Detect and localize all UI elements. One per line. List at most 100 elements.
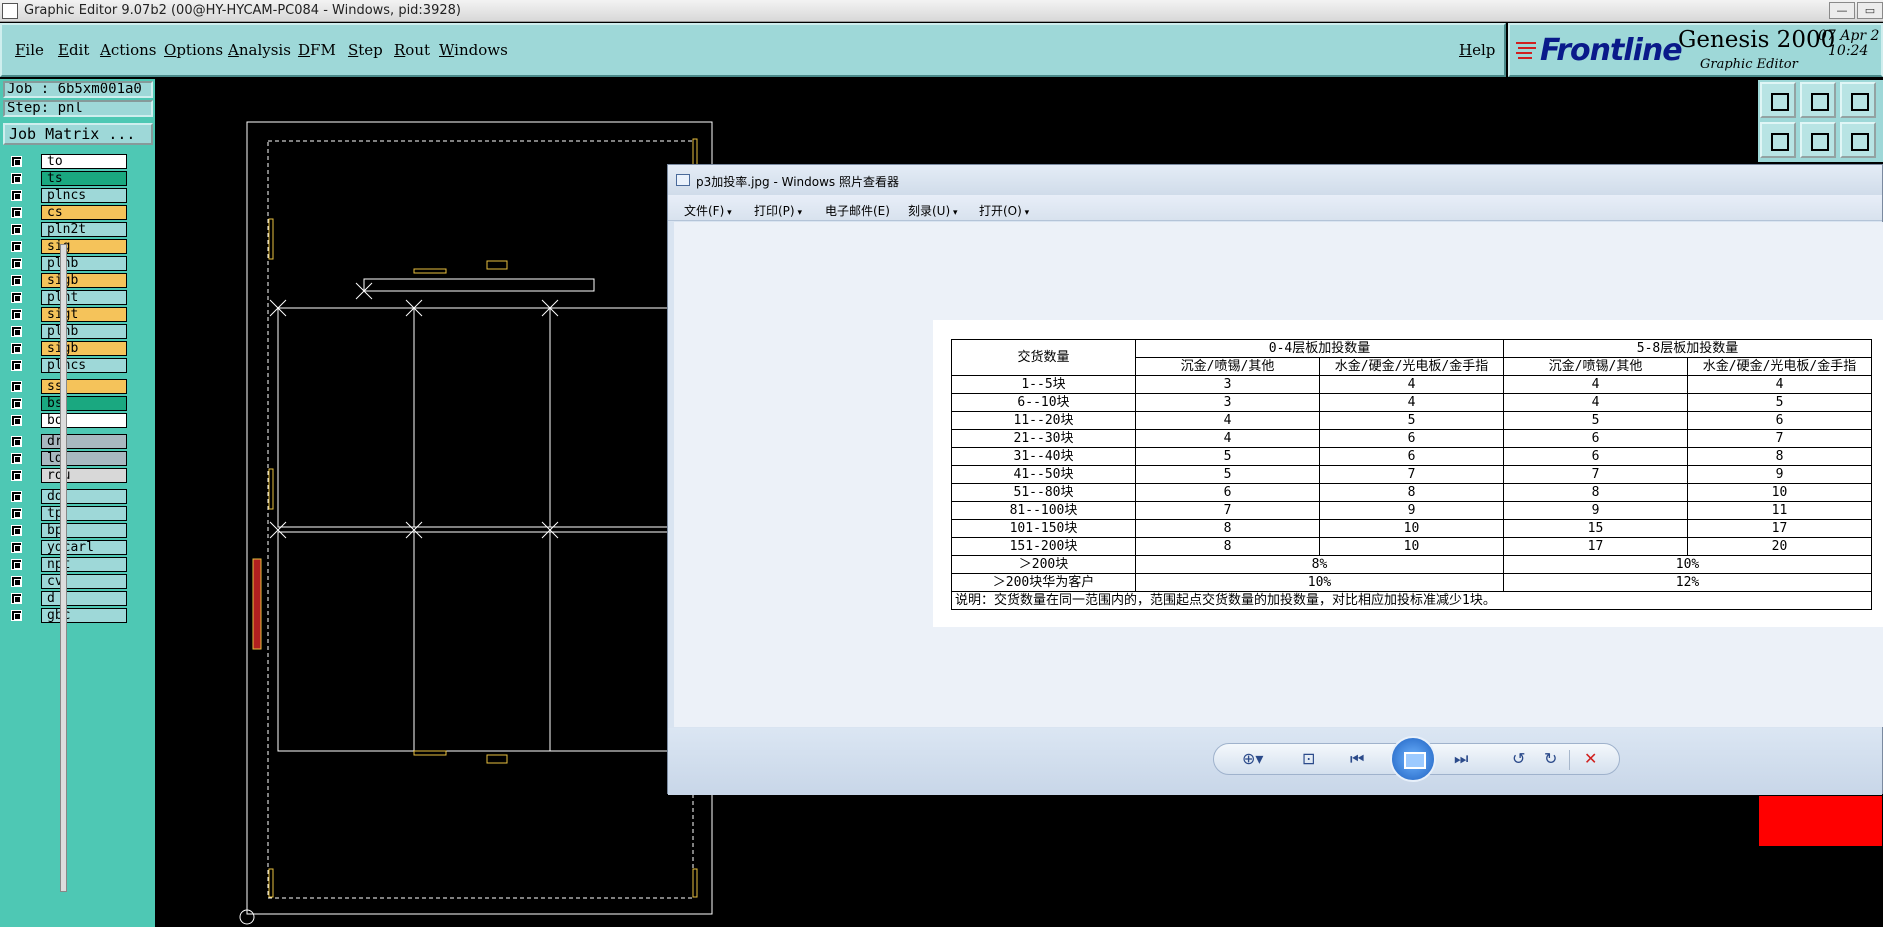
layer-name[interactable]: plncs: [41, 358, 127, 373]
layer-checkbox[interactable]: [11, 453, 22, 464]
view-up-icon[interactable]: [1760, 82, 1796, 118]
layer-name[interactable]: bo: [41, 413, 127, 428]
viewer-menu-open[interactable]: 打开(O): [979, 202, 1029, 219]
layer-name[interactable]: sigb: [41, 273, 127, 288]
layer-checkbox[interactable]: [11, 559, 22, 570]
layer-checkbox[interactable]: [11, 360, 22, 371]
layer-row[interactable]: ts: [5, 171, 127, 186]
layer-checkbox[interactable]: [11, 292, 22, 303]
menu-rout[interactable]: Rout: [394, 41, 430, 59]
fit-window-icon[interactable]: ⊡: [1302, 750, 1315, 768]
layer-name[interactable]: npt: [41, 557, 127, 572]
rotate-right-icon[interactable]: ↻: [1544, 750, 1557, 768]
layer-scrollbar[interactable]: [60, 244, 67, 892]
menu-dfm[interactable]: DFM: [298, 41, 336, 59]
minimize-button[interactable]: —: [1829, 2, 1855, 19]
rotate-left-icon[interactable]: ↺: [1512, 750, 1525, 768]
home-icon[interactable]: [1840, 82, 1876, 118]
layer-checkbox[interactable]: [11, 343, 22, 354]
zoom-icon[interactable]: ⊕▾: [1242, 750, 1263, 768]
job-label: Job : 6b5xm001a0: [3, 81, 153, 98]
layer-checkbox[interactable]: [11, 436, 22, 447]
layer-checkbox[interactable]: [11, 275, 22, 286]
layer-name[interactable]: bp: [41, 523, 127, 538]
layer-name[interactable]: ts: [41, 171, 127, 186]
view-down-icon[interactable]: [1800, 82, 1836, 118]
layer-name[interactable]: plnb: [41, 256, 127, 271]
layer-checkbox[interactable]: [11, 398, 22, 409]
next-icon[interactable]: ⏭: [1454, 750, 1468, 768]
layer-checkbox[interactable]: [11, 258, 22, 269]
layer-row[interactable]: to: [5, 154, 127, 169]
delete-icon[interactable]: ✕: [1584, 750, 1597, 768]
table-cell: 10: [1319, 537, 1504, 556]
menu-file[interactable]: File: [15, 41, 44, 59]
layer-name[interactable]: rou: [41, 468, 127, 483]
layer-name[interactable]: tp: [41, 506, 127, 521]
layer-name[interactable]: sigt: [41, 307, 127, 322]
layer-name[interactable]: d: [41, 591, 127, 606]
layer-checkbox[interactable]: [11, 381, 22, 392]
layer-name[interactable]: to: [41, 154, 127, 169]
menu-edit[interactable]: Edit: [58, 41, 89, 59]
table-row: 151-200块 8 10 17 20: [951, 537, 1872, 556]
layer-checkbox[interactable]: [11, 207, 22, 218]
layer-checkbox[interactable]: [11, 508, 22, 519]
layer-name[interactable]: pln2t: [41, 222, 127, 237]
layer-name[interactable]: ld: [41, 451, 127, 466]
viewer-menu-email[interactable]: 电子邮件(E): [825, 202, 890, 219]
layer-checkbox[interactable]: [11, 491, 22, 502]
layer-row[interactable]: cs: [5, 205, 127, 220]
layer-name[interactable]: dr: [41, 434, 127, 449]
table-cell: 8: [1135, 537, 1320, 556]
menu-windows[interactable]: Windows: [439, 41, 508, 59]
menu-help[interactable]: Help: [1459, 41, 1495, 59]
layer-checkbox[interactable]: [11, 576, 22, 587]
layer-checkbox[interactable]: [11, 593, 22, 604]
layer-name[interactable]: plncs: [41, 188, 127, 203]
layer-row[interactable]: plncs: [5, 188, 127, 203]
layer-checkbox[interactable]: [11, 610, 22, 621]
menu-options[interactable]: Options: [164, 41, 223, 59]
layer-checkbox[interactable]: [11, 309, 22, 320]
layer-name[interactable]: sig: [41, 239, 127, 254]
overrun-table: 交货数量 0-4层板加投数量 5-8层板加投数量 沉金/喷锡/其他 水金/硬金/…: [951, 339, 1872, 610]
layer-checkbox[interactable]: [11, 173, 22, 184]
layer-checkbox[interactable]: [11, 224, 22, 235]
table-cell: 9: [1687, 465, 1872, 484]
layer-checkbox[interactable]: [11, 326, 22, 337]
menu-step[interactable]: Step: [348, 41, 383, 59]
layer-name[interactable]: sigb: [41, 341, 127, 356]
layer-name[interactable]: gbc: [41, 608, 127, 623]
layer-checkbox[interactable]: [11, 542, 22, 553]
layer-checkbox[interactable]: [11, 156, 22, 167]
layer-name[interactable]: dd: [41, 489, 127, 504]
layer-name[interactable]: bs: [41, 396, 127, 411]
view-left-icon[interactable]: [1760, 122, 1796, 158]
slideshow-button[interactable]: [1390, 736, 1436, 782]
viewer-menu-print[interactable]: 打印(P): [754, 202, 802, 219]
layer-name[interactable]: plnt: [41, 290, 127, 305]
layer-checkbox[interactable]: [11, 190, 22, 201]
viewer-menu-burn[interactable]: 刻录(U): [908, 202, 958, 219]
layer-row[interactable]: pln2t: [5, 222, 127, 237]
table-cell: 11: [1687, 501, 1872, 520]
view-right-icon[interactable]: [1800, 122, 1836, 158]
layer-checkbox[interactable]: [11, 525, 22, 536]
menu-actions[interactable]: Actions: [100, 41, 156, 59]
layer-checkbox[interactable]: [11, 241, 22, 252]
viewer-menu-file[interactable]: 文件(F): [684, 202, 732, 219]
layer-checkbox[interactable]: [11, 415, 22, 426]
layer-name[interactable]: plnb: [41, 324, 127, 339]
viewer-menubar: 文件(F) 打印(P) 电子邮件(E) 刻录(U) 打开(O): [668, 195, 1882, 221]
layer-name[interactable]: cs: [41, 205, 127, 220]
job-matrix-button[interactable]: Job Matrix ...: [3, 123, 153, 145]
layer-name[interactable]: cv: [41, 574, 127, 589]
menu-analysis[interactable]: Analysis: [228, 41, 291, 59]
layer-name[interactable]: ss: [41, 379, 127, 394]
layer-checkbox[interactable]: [11, 470, 22, 481]
maximize-button[interactable]: ▭: [1857, 2, 1883, 19]
previous-icon[interactable]: ⏮: [1350, 750, 1364, 768]
layer-name[interactable]: ydcarl: [41, 540, 127, 555]
undo-view-icon[interactable]: [1840, 122, 1876, 158]
